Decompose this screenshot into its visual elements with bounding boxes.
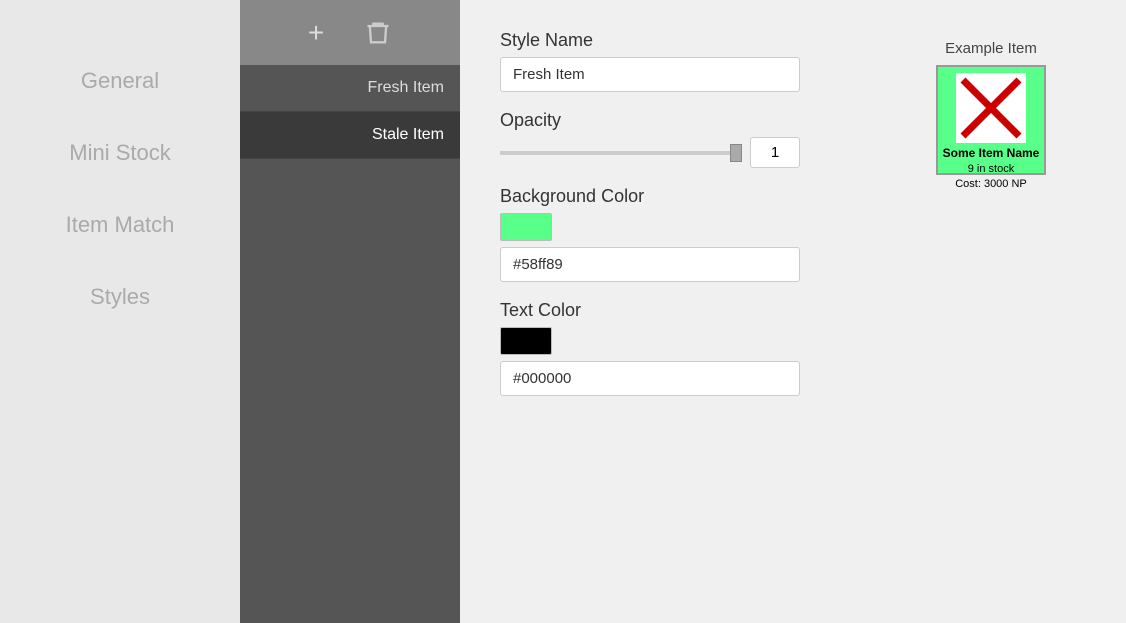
text-color-swatch[interactable] <box>500 327 552 355</box>
example-panel: Example Item Some Item Name 9 in stock C… <box>936 40 1046 175</box>
text-color-input[interactable] <box>500 361 800 396</box>
add-style-button[interactable]: + <box>308 17 324 49</box>
opacity-section: Opacity <box>500 110 800 168</box>
x-icon <box>956 73 1026 143</box>
style-item-stale[interactable]: Stale Item <box>240 112 460 159</box>
example-item-text: Some Item Name 9 in stock Cost: 3000 NP <box>943 145 1040 193</box>
example-item-stock: 9 in stock <box>943 162 1040 177</box>
opacity-slider[interactable] <box>500 151 742 155</box>
bg-color-section: Background Color <box>500 186 800 282</box>
example-item-name: Some Item Name <box>943 145 1040 162</box>
trash-icon <box>364 19 392 47</box>
style-item-fresh[interactable]: Fresh Item <box>240 65 460 112</box>
bg-color-input[interactable] <box>500 247 800 282</box>
content-row: Style Name Opacity Background Color Text… <box>500 30 1086 396</box>
style-name-label: Style Name <box>500 30 800 51</box>
opacity-input[interactable] <box>750 137 800 168</box>
style-name-input[interactable] <box>500 57 800 92</box>
example-label: Example Item <box>945 40 1037 57</box>
main-content: Style Name Opacity Background Color Text… <box>460 0 1126 623</box>
style-list: Fresh Item Stale Item <box>240 65 460 159</box>
bg-color-swatch[interactable] <box>500 213 552 241</box>
sidebar-item-item-match[interactable]: Item Match <box>0 204 240 246</box>
style-name-section: Style Name <box>500 30 800 92</box>
form-fields: Style Name Opacity Background Color Text… <box>500 30 800 396</box>
sidebar-item-general[interactable]: General <box>0 60 240 102</box>
bg-color-label: Background Color <box>500 186 800 207</box>
toolbar: + <box>240 0 460 65</box>
example-item-box: Some Item Name 9 in stock Cost: 3000 NP <box>936 65 1046 175</box>
text-color-section: Text Color <box>500 300 800 396</box>
text-color-label: Text Color <box>500 300 800 321</box>
opacity-label: Opacity <box>500 110 800 131</box>
opacity-row <box>500 137 800 168</box>
sidebar: General Mini Stock Item Match Styles <box>0 0 240 623</box>
middle-panel: + Fresh Item Stale Item <box>240 0 460 623</box>
sidebar-item-styles[interactable]: Styles <box>0 276 240 318</box>
example-item-cost: Cost: 3000 NP <box>943 177 1040 192</box>
sidebar-item-mini-stock[interactable]: Mini Stock <box>0 132 240 174</box>
delete-style-button[interactable] <box>364 19 392 47</box>
